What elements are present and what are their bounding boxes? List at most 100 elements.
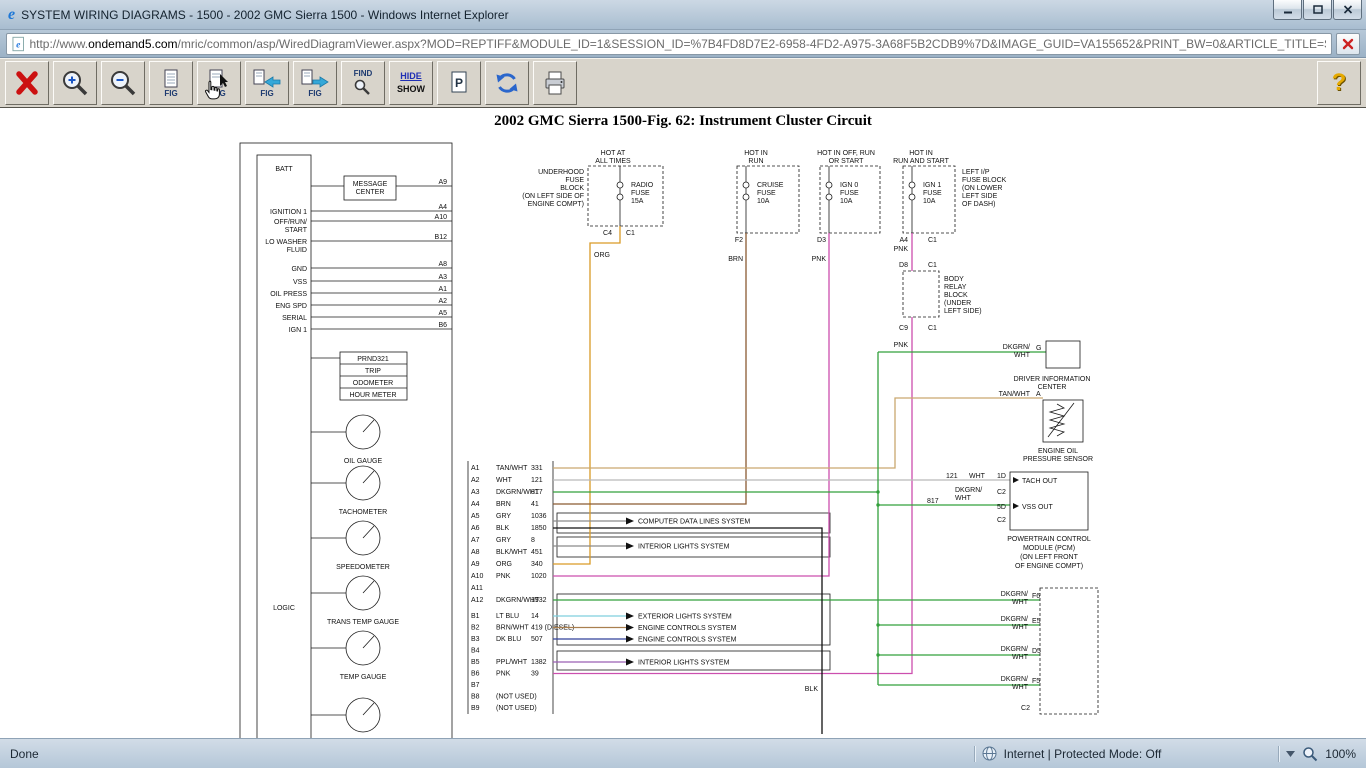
page-icon: e [12,36,24,52]
next-figure-button[interactable]: FIG [293,61,337,105]
close-viewer-icon [11,67,43,99]
pin-label: C2 [997,517,1006,524]
label: TACH OUT [1022,478,1058,485]
svg-text:1382: 1382 [531,659,547,666]
zoom-in-icon [59,67,91,99]
svg-text:B5: B5 [471,659,480,666]
svg-text:14: 14 [531,613,539,620]
right-connector-pins: DKGRN/WHTF6DKGRN/WHTE5DKGRN/WHTD5DKGRN/W… [1001,591,1041,691]
svg-text:START: START [285,227,308,234]
figure-select-button[interactable]: FIG [197,61,241,105]
svg-text:A1: A1 [438,286,447,293]
viewer-content: 2002 GMC Sierra 1500-Fig. 62: Instrument… [0,108,1366,738]
zoom-menu-caret-icon[interactable] [1286,751,1295,757]
component-name: MESSAGE [353,181,388,188]
svg-text:B3: B3 [471,636,480,643]
hide-show-button[interactable]: HIDE SHOW [389,61,433,105]
url-domain: ondemand5.com [88,37,177,51]
svg-text:DKGRN/: DKGRN/ [1001,676,1028,683]
component-name: LEFT I/PFUSE BLOCK(ON LOWERLEFT SIDEOF D… [962,169,1007,208]
pin-label: A [1036,391,1041,398]
svg-text:1036: 1036 [531,513,547,520]
stop-button[interactable] [1336,33,1360,55]
svg-text:BLK/WHT: BLK/WHT [496,549,528,556]
pin-label: C2 [997,489,1006,496]
maximize-icon [1313,5,1323,14]
minimize-button[interactable] [1273,0,1302,20]
address-input[interactable]: e http://www.ondemand5.com/mric/common/a… [6,33,1332,55]
pin-label: C1 [928,262,937,269]
refresh-button[interactable] [485,61,529,105]
fuse-label: RADIOFUSE15A [631,182,654,205]
svg-text:817: 817 [531,489,543,496]
svg-text:ENGINE CONTROLS SYSTEM: ENGINE CONTROLS SYSTEM [638,625,737,632]
svg-text:TACHOMETER: TACHOMETER [339,509,387,516]
stop-icon [1342,38,1354,50]
arrow-icon [626,613,634,620]
component-name: UNDERHOODFUSEBLOCK(ON LEFT SIDE OFENGINE… [522,169,584,208]
refresh-icon [491,67,523,99]
svg-text:1850: 1850 [531,525,547,532]
pin-label: D8 [899,262,908,269]
minimize-icon [1283,5,1293,14]
zoom-icon[interactable] [1302,746,1318,762]
maximize-button[interactable] [1303,0,1332,20]
zoom-level[interactable]: 100% [1325,747,1356,761]
svg-text:GRY: GRY [496,537,511,544]
svg-text:B6: B6 [471,671,480,678]
figure-list-button[interactable]: FIG [149,61,193,105]
show-label: SHOW [397,84,425,95]
addressbar: e http://www.ondemand5.com/mric/common/a… [0,30,1366,58]
svg-text:INTERIOR LIGHTS SYSTEM: INTERIOR LIGHTS SYSTEM [638,544,730,551]
wiring-diagram: 2002 GMC Sierra 1500-Fig. 62: Instrument… [0,108,1366,738]
svg-text:A4: A4 [438,204,447,211]
system-links: COMPUTER DATA LINES SYSTEM INTERIOR LIGHT… [553,518,750,667]
prev-figure-button[interactable]: FIG [245,61,289,105]
print-preview-button[interactable]: P [437,61,481,105]
svg-text:A2: A2 [471,477,480,484]
svg-text:PNK: PNK [496,573,511,580]
close-button[interactable] [1333,0,1362,20]
arrow-icon [626,659,634,666]
component-name: DRIVER INFORMATIONCENTER [1014,376,1091,391]
svg-text:A8: A8 [438,261,447,268]
svg-text:A11: A11 [471,585,483,592]
pin-label: C4 [603,230,612,237]
circuit-label: 121 [946,473,958,480]
figure-list-icon [156,69,186,89]
svg-text:B7: B7 [471,682,480,689]
zoom-out-icon [107,67,139,99]
zoom-out-button[interactable] [101,61,145,105]
svg-text:SPEEDOMETER: SPEEDOMETER [336,564,390,571]
wire-label: PNK [894,246,909,253]
svg-text:A3: A3 [471,489,480,496]
separator [1278,746,1279,762]
svg-text:DK BLU: DK BLU [496,636,521,643]
svg-text:WHT: WHT [1012,624,1029,631]
url-text: http://www.ondemand5.com/mric/common/asp… [29,37,1326,51]
feed-heading: HOT INRUN AND START [893,150,949,165]
prev-figure-label: FIG [260,90,273,98]
svg-text:121: 121 [531,477,543,484]
power-feed-radio: HOT ATALL TIMES UNDERHOODFUSEBLOCK(ON LE… [522,150,663,564]
help-button[interactable]: ? [1317,61,1361,105]
svg-text:COMPUTER DATA LINES SYSTEM: COMPUTER DATA LINES SYSTEM [638,519,750,526]
svg-text:41: 41 [531,501,539,508]
svg-text:(NOT USED): (NOT USED) [496,694,537,701]
printer-icon [539,67,571,99]
logic-label: LOGIC [273,605,295,612]
svg-text:PNK: PNK [496,671,511,678]
print-preview-icon: P [447,70,471,96]
svg-text:EXTERIOR LIGHTS SYSTEM: EXTERIOR LIGHTS SYSTEM [638,614,732,621]
svg-text:A9: A9 [438,179,447,186]
find-button[interactable]: FIND [341,61,385,105]
system-group-boxes [557,513,830,670]
svg-text:B1: B1 [471,613,480,620]
svg-text:DKGRN/: DKGRN/ [1001,646,1028,653]
close-viewer-button[interactable] [5,61,49,105]
zoom-in-button[interactable] [53,61,97,105]
svg-text:DKGRN/: DKGRN/ [1001,616,1028,623]
svg-text:ENGINE CONTROLS SYSTEM: ENGINE CONTROLS SYSTEM [638,637,737,644]
label: TRIP [365,368,381,375]
print-button[interactable] [533,61,577,105]
